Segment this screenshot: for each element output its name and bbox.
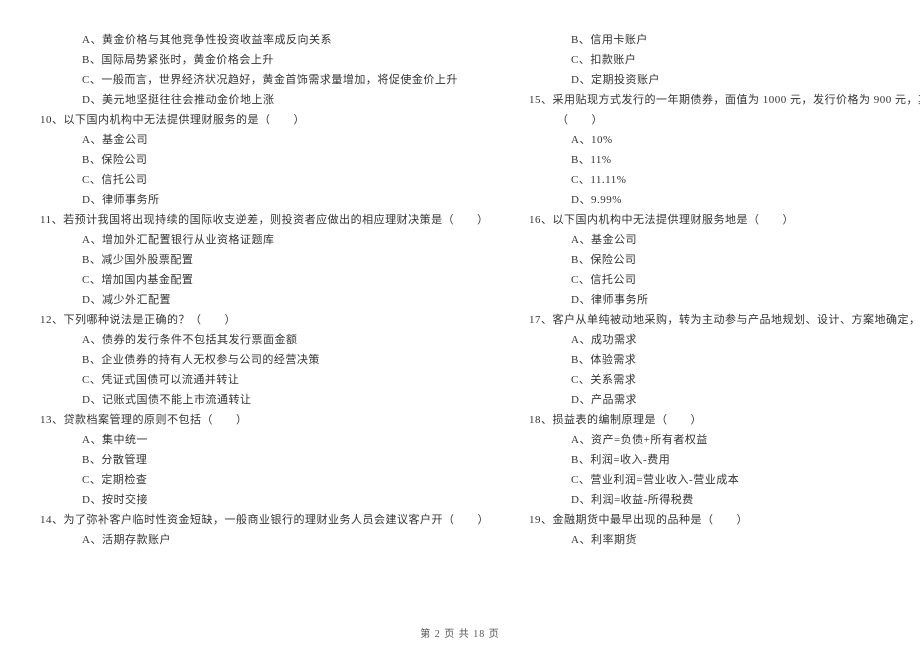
q18-stem: 18、损益表的编制原理是（ ） <box>529 410 920 430</box>
left-column: A、黄金价格与其他竞争性投资收益率成反向关系 B、国际局势紧张时，黄金价格会上升… <box>40 30 509 600</box>
q11-option-c: C、增加国内基金配置 <box>40 270 489 290</box>
q15-option-b: B、11% <box>529 150 920 170</box>
q16-option-b: B、保险公司 <box>529 250 920 270</box>
q13-stem: 13、贷款档案管理的原则不包括（ ） <box>40 410 489 430</box>
q12-option-c: C、凭证式国债可以流通并转让 <box>40 370 489 390</box>
q9-option-c: C、一般而言，世界经济状况趋好，黄金首饰需求量增加，将促使金价上升 <box>40 70 489 90</box>
q9-option-b: B、国际局势紧张时，黄金价格会上升 <box>40 50 489 70</box>
q12-option-a: A、债券的发行条件不包括其发行票面金额 <box>40 330 489 350</box>
q17-option-b: B、体验需求 <box>529 350 920 370</box>
q14-option-c: C、扣款账户 <box>529 50 920 70</box>
q18-option-c: C、营业利润=营业收入-营业成本 <box>529 470 920 490</box>
page-footer: 第 2 页 共 18 页 <box>0 625 920 640</box>
q13-option-d: D、按时交接 <box>40 490 489 510</box>
q15-stem: 15、采用贴现方式发行的一年期债券，面值为 1000 元，发行价格为 900 元… <box>529 90 920 110</box>
q16-option-c: C、信托公司 <box>529 270 920 290</box>
q12-option-d: D、记账式国债不能上市流通转让 <box>40 390 489 410</box>
q10-option-a: A、基金公司 <box>40 130 489 150</box>
q10-option-c: C、信托公司 <box>40 170 489 190</box>
q14-option-b: B、信用卡账户 <box>529 30 920 50</box>
q11-option-a: A、增加外汇配置银行从业资格证题库 <box>40 230 489 250</box>
q15-option-c: C、11.11% <box>529 170 920 190</box>
q12-stem: 12、下列哪种说法是正确的？（ ） <box>40 310 489 330</box>
q11-option-b: B、减少国外股票配置 <box>40 250 489 270</box>
q15-option-a: A、10% <box>529 130 920 150</box>
q13-option-b: B、分散管理 <box>40 450 489 470</box>
q15-option-d: D、9.99% <box>529 190 920 210</box>
q19-stem: 19、金融期货中最早出现的品种是（ ） <box>529 510 920 530</box>
q16-option-d: D、律师事务所 <box>529 290 920 310</box>
q17-stem: 17、客户从单纯被动地采购，转为主动参与产品地规划、设计、方案地确定，这体现了客… <box>529 310 920 330</box>
right-column: B、信用卡账户 C、扣款账户 D、定期投资账户 15、采用贴现方式发行的一年期债… <box>509 30 920 600</box>
page-container: A、黄金价格与其他竞争性投资收益率成反向关系 B、国际局势紧张时，黄金价格会上升… <box>0 0 920 600</box>
q13-option-c: C、定期检查 <box>40 470 489 490</box>
q10-stem: 10、以下国内机构中无法提供理财服务的是（ ） <box>40 110 489 130</box>
q9-option-d: D、美元地坚挺往往会推动金价地上涨 <box>40 90 489 110</box>
q9-option-a: A、黄金价格与其他竞争性投资收益率成反向关系 <box>40 30 489 50</box>
q17-option-a: A、成功需求 <box>529 330 920 350</box>
q16-stem: 16、以下国内机构中无法提供理财服务地是（ ） <box>529 210 920 230</box>
q16-option-a: A、基金公司 <box>529 230 920 250</box>
q13-option-a: A、集中统一 <box>40 430 489 450</box>
q14-option-d: D、定期投资账户 <box>529 70 920 90</box>
q12-option-b: B、企业债券的持有人无权参与公司的经营决策 <box>40 350 489 370</box>
q10-option-b: B、保险公司 <box>40 150 489 170</box>
q18-option-d: D、利润=收益-所得税费 <box>529 490 920 510</box>
q14-option-a: A、活期存款账户 <box>40 530 489 550</box>
q17-option-c: C、关系需求 <box>529 370 920 390</box>
q14-stem: 14、为了弥补客户临时性资金短缺，一般商业银行的理财业务人员会建议客户开（ ） <box>40 510 489 530</box>
q15-stem-cont: （ ） <box>529 110 920 130</box>
q11-stem: 11、若预计我国将出现持续的国际收支逆差，则投资者应做出的相应理财决策是（ ） <box>40 210 489 230</box>
q11-option-d: D、减少外汇配置 <box>40 290 489 310</box>
q10-option-d: D、律师事务所 <box>40 190 489 210</box>
q19-option-a: A、利率期货 <box>529 530 920 550</box>
q18-option-a: A、资产=负债+所有者权益 <box>529 430 920 450</box>
q18-option-b: B、利润=收入-费用 <box>529 450 920 470</box>
q17-option-d: D、产品需求 <box>529 390 920 410</box>
